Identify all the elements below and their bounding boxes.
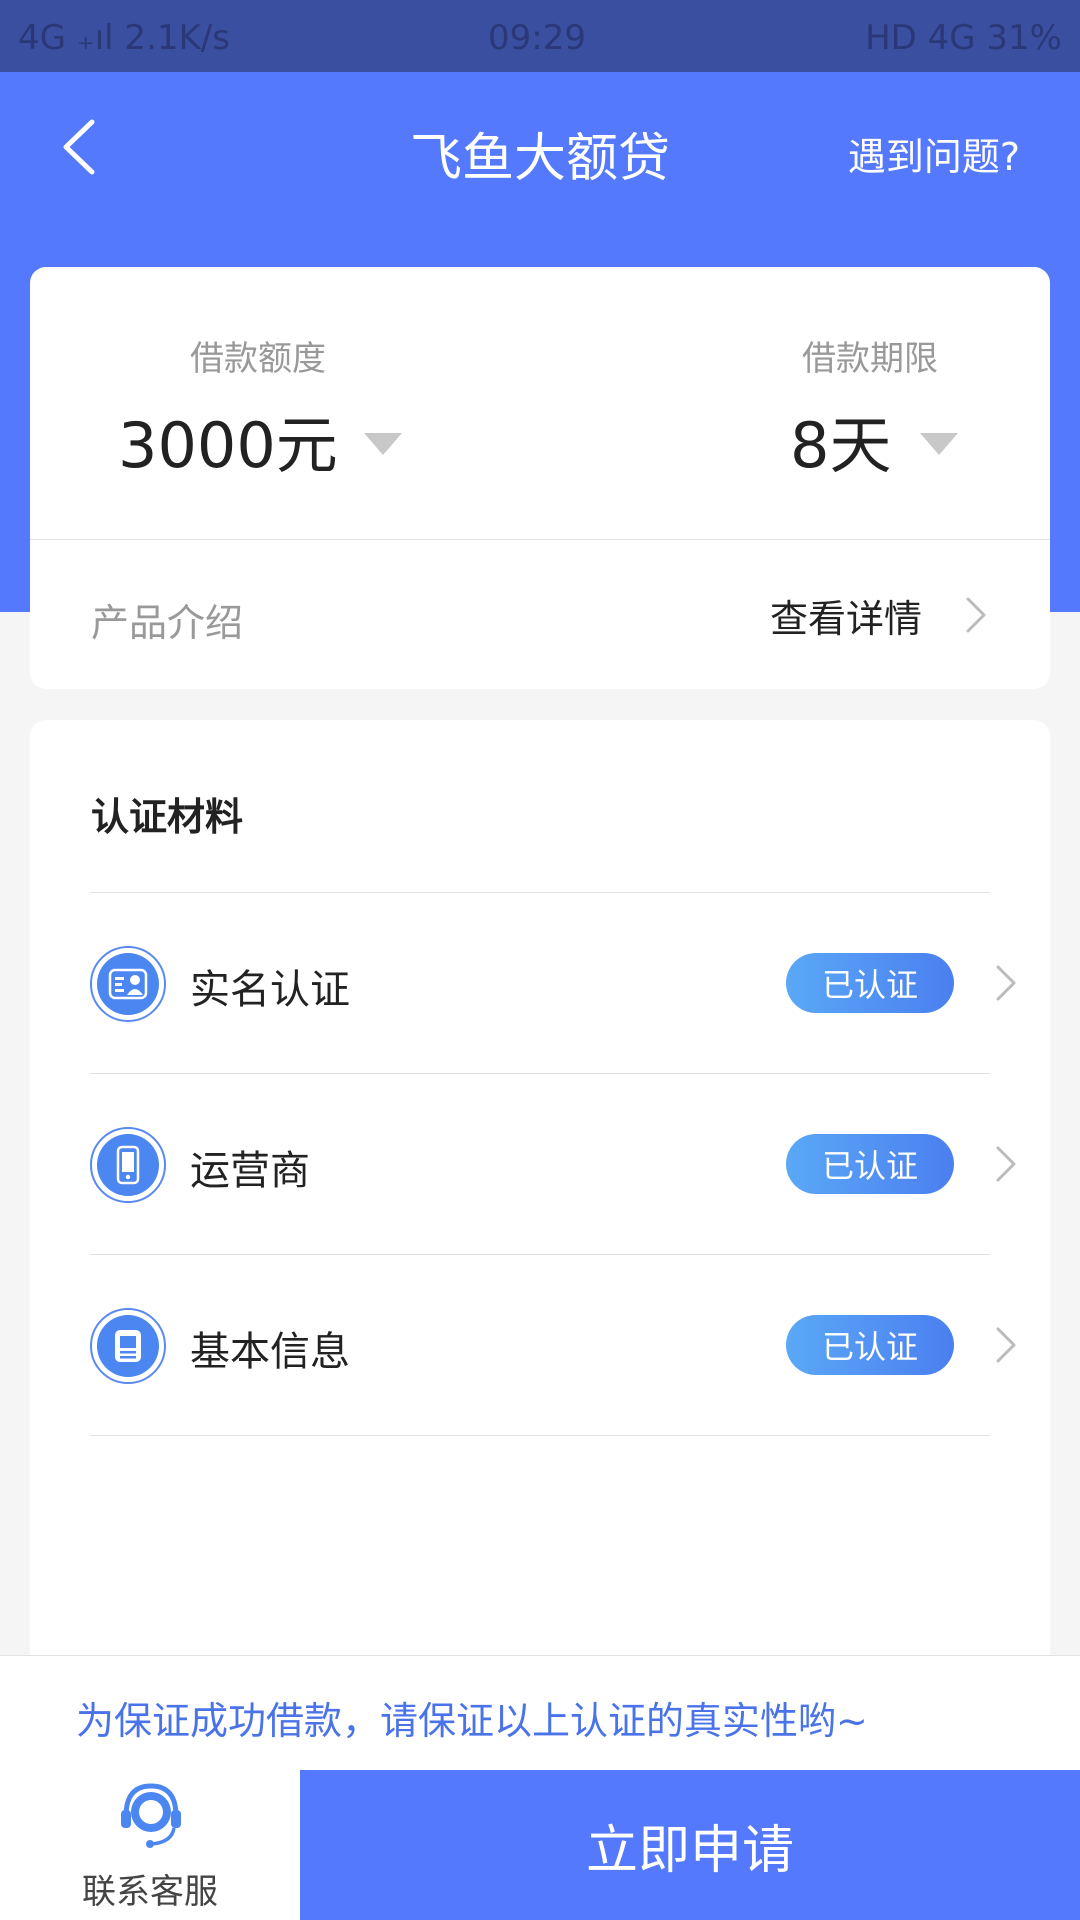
term-value: 8天 (790, 409, 892, 482)
caret-down-icon (920, 433, 958, 455)
notice-text: 为保证成功借款，请保证以上认证的真实性哟~ (76, 1699, 868, 1743)
cert-label: 实名认证 (190, 967, 350, 1013)
chevron-right-icon (996, 965, 1016, 1001)
nav-bar: 飞鱼大额贷 遇到问题? (0, 72, 1080, 222)
chevron-right-icon (966, 597, 986, 633)
id-card-icon (90, 946, 166, 1022)
status-battery: HD 4G 31% (865, 18, 1062, 58)
term-selector[interactable]: 8天 (790, 395, 1010, 495)
cert-row-basic-info[interactable]: 基本信息 已认证 (90, 1255, 1016, 1435)
caret-down-icon (364, 433, 402, 455)
help-link[interactable]: 遇到问题? (848, 126, 1020, 181)
divider (90, 1435, 990, 1436)
chevron-right-icon (996, 1327, 1016, 1363)
amount-label: 借款额度 (190, 339, 326, 379)
status-bar: 4G ₊ıl 2.1K/s 09:29 HD 4G 31% (0, 0, 1080, 72)
cert-label: 运营商 (190, 1148, 310, 1194)
cert-row-carrier[interactable]: 运营商 已认证 (90, 1074, 1016, 1254)
product-intro-label: 产品介绍 (91, 601, 244, 645)
term-label: 借款期限 (802, 339, 938, 379)
certification-card: 认证材料 实名认证 已认证 运营商 已认证 基本信息 已认证 (30, 720, 1050, 1740)
cert-row-realname[interactable]: 实名认证 已认证 (90, 893, 1016, 1073)
chevron-right-icon (996, 1146, 1016, 1182)
contact-service-button[interactable]: 联系客服 (0, 1770, 300, 1920)
headset-icon (121, 1783, 181, 1848)
amount-value: 3000元 (118, 409, 338, 482)
view-details-label: 查看详情 (769, 596, 922, 641)
apply-now-button[interactable]: 立即申请 (300, 1770, 1080, 1920)
notice-bar: 为保证成功借款，请保证以上认证的真实性哟~ (0, 1655, 1080, 1770)
info-icon (90, 1308, 166, 1384)
contact-service-label: 联系客服 (82, 1872, 218, 1912)
phone-icon (90, 1127, 166, 1203)
status-badge: 已认证 (786, 953, 954, 1013)
status-signal: 4G ₊ıl 2.1K/s (18, 18, 230, 58)
amount-selector[interactable]: 3000元 (118, 395, 448, 495)
cert-label: 基本信息 (190, 1329, 350, 1375)
status-time: 09:29 (488, 18, 586, 58)
loan-card: 借款额度 3000元 借款期限 8天 产品介绍 查看详情 (30, 267, 1050, 689)
status-badge: 已认证 (786, 1315, 954, 1375)
certification-title: 认证材料 (91, 795, 244, 839)
view-details-link[interactable]: 查看详情 (770, 585, 990, 645)
divider (30, 539, 1050, 540)
status-badge: 已认证 (786, 1134, 954, 1194)
bottom-bar: 联系客服 立即申请 (0, 1770, 1080, 1920)
